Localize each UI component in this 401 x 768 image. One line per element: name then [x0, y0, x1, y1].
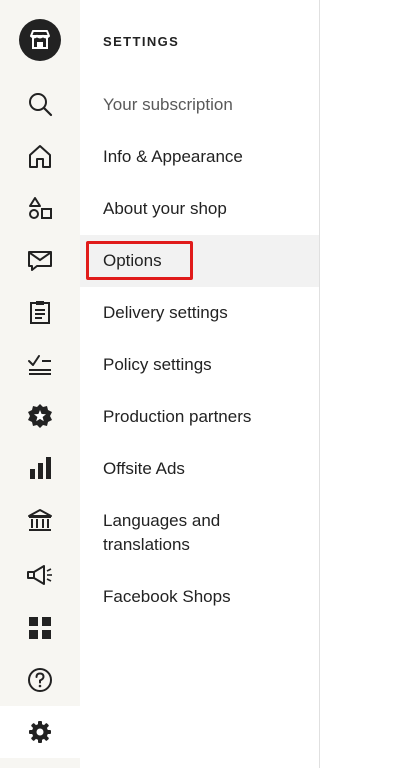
- menu-item-your-subscription[interactable]: Your subscription: [80, 93, 319, 117]
- rail-item-stats[interactable]: [0, 442, 80, 494]
- rail-item-finances[interactable]: [0, 494, 80, 546]
- shop-logo-icon: [19, 19, 61, 61]
- rail-item-shop-logo[interactable]: [0, 14, 80, 66]
- rail-item-marketing[interactable]: [0, 549, 80, 601]
- rail-item-help[interactable]: [0, 654, 80, 706]
- shop-manager-window: SETTINGS Your subscription Info & Appear…: [0, 0, 401, 768]
- star-badge-icon: [28, 404, 52, 428]
- rail-item-integrations[interactable]: [0, 602, 80, 654]
- bank-icon: [28, 509, 52, 531]
- rail-item-messages[interactable]: [0, 234, 80, 286]
- clipboard-orders-icon: [30, 301, 50, 324]
- home-icon: [29, 145, 51, 168]
- rail-item-listings[interactable]: [0, 182, 80, 234]
- menu-item-info-appearance[interactable]: Info & Appearance: [80, 145, 319, 169]
- rail-item-search[interactable]: [0, 78, 80, 130]
- rail-item-orders[interactable]: [0, 286, 80, 338]
- menu-item-offsite-ads[interactable]: Offsite Ads: [80, 457, 319, 481]
- menu-item-facebook-shops[interactable]: Facebook Shops: [80, 585, 319, 609]
- menu-item-about-your-shop[interactable]: About your shop: [80, 197, 319, 221]
- rail-item-home[interactable]: [0, 130, 80, 182]
- rail-item-star-seller[interactable]: [0, 390, 80, 442]
- rail-item-tasks[interactable]: [0, 338, 80, 390]
- menu-item-delivery-settings[interactable]: Delivery settings: [80, 301, 319, 325]
- help-icon: [28, 668, 52, 692]
- settings-gear-icon: [29, 721, 51, 743]
- settings-menu: SETTINGS Your subscription Info & Appear…: [80, 0, 319, 768]
- checklist-icon: [28, 355, 51, 375]
- menu-item-options[interactable]: Options: [80, 235, 319, 287]
- search-icon: [29, 93, 53, 117]
- mail-icon: [28, 251, 52, 271]
- icon-rail: [0, 0, 80, 768]
- settings-content-panel: [320, 0, 401, 768]
- bar-chart-icon: [30, 457, 51, 479]
- grid-icon: [29, 617, 51, 639]
- megaphone-icon: [27, 565, 52, 585]
- menu-item-production-partners[interactable]: Production partners: [80, 405, 319, 429]
- menu-item-languages-translations[interactable]: Languages and translations: [80, 509, 260, 557]
- shapes-listings-icon: [29, 197, 52, 219]
- rail-item-settings[interactable]: [0, 706, 80, 758]
- settings-heading: SETTINGS: [103, 34, 180, 49]
- menu-item-policy-settings[interactable]: Policy settings: [80, 353, 319, 377]
